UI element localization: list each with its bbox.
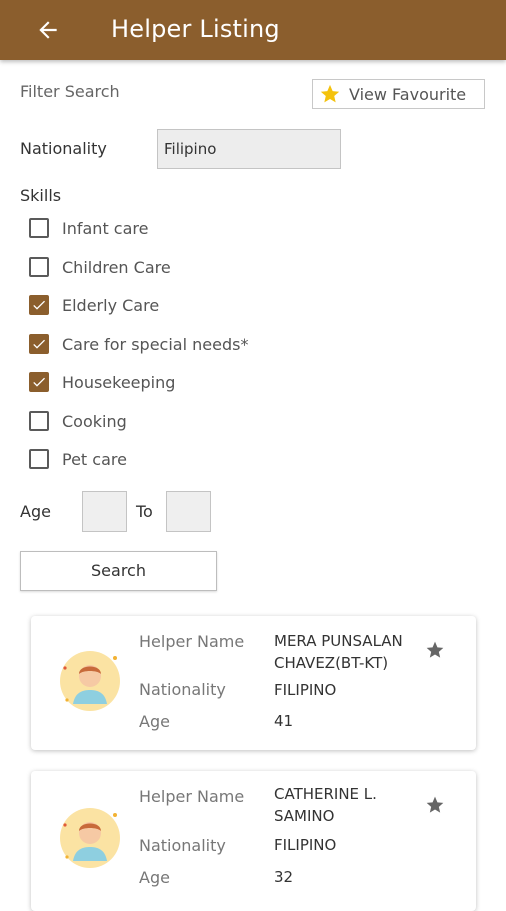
nationality-value: FILIPINO (274, 836, 337, 854)
search-button[interactable]: Search (20, 551, 217, 591)
avatar-icon (60, 651, 120, 711)
nationality-label: Nationality (139, 836, 226, 855)
helper-name-label: Helper Name (139, 787, 245, 806)
favourite-star-icon[interactable] (425, 795, 445, 815)
check-icon (33, 377, 45, 387)
skill-children-care[interactable]: Children Care (29, 254, 171, 280)
nationality-label: Nationality (139, 680, 226, 699)
skill-infant-care[interactable]: Infant care (29, 215, 148, 241)
skills-label: Skills (20, 186, 62, 205)
helper-name-line2: SAMINO (274, 807, 335, 825)
skill-label: Elderly Care (62, 295, 160, 315)
checkbox[interactable] (29, 411, 49, 431)
to-label: To (136, 502, 153, 521)
nationality-value: FILIPINO (274, 681, 337, 699)
checkbox-checked[interactable] (29, 334, 49, 354)
helper-card[interactable]: Helper Name MERA PUNSALAN CHAVEZ(BT-KT) … (31, 616, 476, 750)
age-label: Age (139, 712, 170, 731)
skill-special-needs[interactable]: Care for special needs* (29, 331, 248, 357)
helper-card[interactable]: Helper Name CATHERINE L. SAMINO National… (31, 771, 476, 911)
skill-housekeeping[interactable]: Housekeeping (29, 369, 175, 395)
view-favourite-button[interactable]: View Favourite (312, 79, 485, 109)
back-button[interactable] (30, 12, 66, 48)
age-label: Age (139, 868, 170, 887)
age-label: Age (20, 502, 51, 521)
age-from-input[interactable] (82, 491, 127, 532)
arrow-left-icon (39, 21, 57, 39)
checkbox-checked[interactable] (29, 372, 49, 392)
checkbox[interactable] (29, 257, 49, 277)
nationality-field[interactable]: Filipino (157, 129, 341, 169)
helper-name-line1: CATHERINE L. (274, 785, 377, 803)
checkbox[interactable] (29, 218, 49, 238)
age-value: 41 (274, 712, 294, 730)
skill-cooking[interactable]: Cooking (29, 408, 127, 434)
skill-elderly-care[interactable]: Elderly Care (29, 292, 159, 318)
check-icon (33, 339, 45, 349)
nationality-label: Nationality (20, 139, 107, 158)
page-title: Helper Listing (111, 15, 280, 43)
star-icon (320, 84, 340, 103)
skill-label: Housekeeping (62, 372, 176, 392)
age-to-input[interactable] (166, 491, 211, 532)
favourite-star-icon[interactable] (425, 640, 445, 660)
age-value: 32 (274, 868, 294, 886)
skill-pet-care[interactable]: Pet care (29, 446, 127, 472)
skill-label: Cooking (62, 411, 127, 431)
app-bar: Helper Listing (0, 0, 506, 60)
helper-name-line1: MERA PUNSALAN (274, 632, 403, 650)
avatar-icon (60, 808, 120, 868)
helper-name-label: Helper Name (139, 632, 245, 651)
check-icon (33, 300, 45, 310)
checkbox-checked[interactable] (29, 295, 49, 315)
helper-name-line2: CHAVEZ(BT-KT) (274, 654, 389, 672)
skill-label: Children Care (62, 257, 171, 277)
filter-search-label: Filter Search (20, 82, 120, 101)
skill-label: Pet care (62, 449, 127, 469)
view-favourite-label: View Favourite (349, 84, 467, 104)
skill-label: Care for special needs* (62, 334, 249, 354)
skill-label: Infant care (62, 218, 149, 238)
checkbox[interactable] (29, 449, 49, 469)
